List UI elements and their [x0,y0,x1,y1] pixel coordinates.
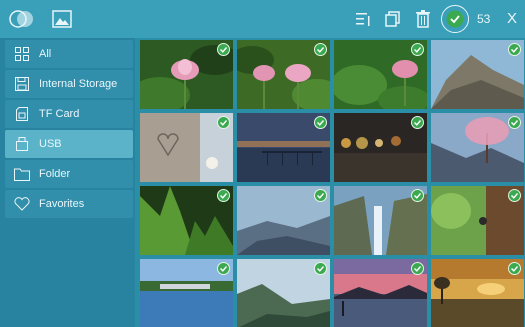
grid-icon [13,45,31,63]
sidebar-item-label: Internal Storage [39,78,118,90]
selected-count: 53 [477,12,491,26]
sidebar-item-tf-card[interactable]: TF Card [5,100,133,128]
sidebar: All Internal Storage TF Card USB Folder … [0,38,135,327]
photo-tile[interactable] [140,113,233,182]
photo-tile[interactable] [140,40,233,109]
photo-tile[interactable] [431,113,524,182]
photo-grid [140,38,525,327]
photo-tile[interactable] [334,40,427,109]
selected-check-icon[interactable] [411,116,424,129]
sidebar-item-usb[interactable]: USB [5,130,133,158]
sidebar-item-favorites[interactable]: Favorites [5,190,133,218]
photo-tile[interactable] [431,259,524,327]
heart-icon [13,195,31,213]
sidebar-item-label: All [39,48,52,60]
sidebar-item-all[interactable]: All [5,40,133,68]
selected-check-icon[interactable] [411,262,424,275]
photo-tile[interactable] [237,186,330,255]
selected-check-icon[interactable] [217,262,230,275]
photo-tile[interactable] [140,259,233,327]
photo-tile[interactable] [334,259,427,327]
copy-icon[interactable] [385,11,401,27]
photo-tile[interactable] [431,186,524,255]
image-gallery-icon[interactable] [52,10,72,28]
sidebar-item-label: Folder [39,168,71,180]
close-button[interactable]: X [505,9,519,27]
sidebar-item-label: Favorites [39,198,85,210]
selected-check-icon[interactable] [217,116,230,129]
selected-check-icon[interactable] [314,116,327,129]
selected-check-icon[interactable] [411,43,424,56]
selected-check-icon[interactable] [217,43,230,56]
photo-tile[interactable] [237,259,330,327]
selected-check-icon[interactable] [314,189,327,202]
photo-tile[interactable] [334,113,427,182]
selected-check-icon[interactable] [217,189,230,202]
selected-check-icon[interactable] [508,116,521,129]
sidebar-item-label: USB [39,138,62,150]
floppy-icon [13,75,31,93]
sidebar-item-label: TF Card [39,108,80,120]
usb-icon [13,135,31,153]
close-label: X [506,9,517,27]
selected-check-icon[interactable] [508,43,521,56]
selected-check-icon[interactable] [508,262,521,275]
selected-check-icon[interactable] [314,43,327,56]
photo-tile[interactable] [431,40,524,109]
selected-check-icon[interactable] [508,189,521,202]
sidebar-item-internal-storage[interactable]: Internal Storage [5,70,133,98]
select-all-button[interactable] [441,5,469,33]
app-logo-icon[interactable] [8,8,36,30]
folder-icon [13,165,31,183]
trash-icon[interactable] [416,10,430,28]
top-toolbar: 53 X [0,0,525,38]
photo-tile[interactable] [237,40,330,109]
selected-check-icon[interactable] [314,262,327,275]
check-circle-icon [446,10,464,28]
sidebar-item-folder[interactable]: Folder [5,160,133,188]
sd-card-icon [13,105,31,123]
selected-check-icon[interactable] [411,189,424,202]
photo-tile[interactable] [237,113,330,182]
photo-tile[interactable] [334,186,427,255]
photo-tile[interactable] [140,186,233,255]
list-sort-icon[interactable] [355,11,371,27]
